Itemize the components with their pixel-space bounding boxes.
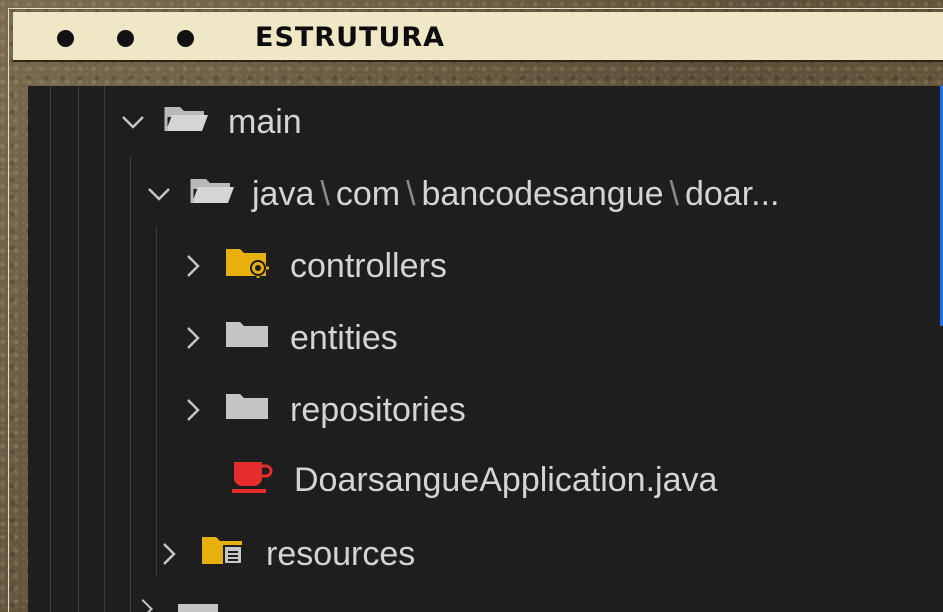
folder-open-icon (164, 103, 208, 142)
title-bar: ESTRUTURA (13, 12, 943, 62)
tree-item-label: DoarsangueApplication.java (294, 460, 718, 499)
tree-item-label: main (228, 102, 302, 141)
explorer-panel: main java \ com \ bancodesangue \ doar... (28, 86, 943, 612)
folder-icon (224, 391, 270, 430)
tree-item-application-file[interactable]: DoarsangueApplication.java (230, 450, 717, 510)
folder-resources-icon (200, 534, 246, 575)
path-segment: com (335, 174, 401, 213)
chevron-right-icon[interactable] (156, 534, 182, 574)
tree-item-entities[interactable]: entities (180, 308, 398, 368)
folder-open-icon (190, 175, 234, 214)
chevron-right-icon[interactable] (180, 246, 206, 286)
chevron-right-icon[interactable] (180, 390, 206, 430)
path-segment: doar... (684, 174, 780, 213)
indent-guide (78, 86, 79, 612)
tree-item-cut-off (128, 598, 828, 612)
window-dot-1[interactable] (57, 30, 74, 47)
tree-item-controllers[interactable]: controllers (180, 236, 447, 296)
window-dot-3[interactable] (177, 30, 194, 47)
path-separator: \ (406, 174, 416, 213)
tree-item-label: entities (290, 318, 398, 357)
path-separator: \ (320, 174, 330, 213)
folder-icon (224, 319, 270, 358)
folder-gear-icon (224, 246, 270, 287)
chevron-right-icon[interactable] (180, 318, 206, 358)
folder-icon (178, 604, 218, 612)
chevron-right-icon (133, 599, 153, 612)
indent-guide (130, 156, 131, 612)
tree-item-label: controllers (290, 246, 447, 285)
tree-item-main[interactable]: main (120, 92, 302, 152)
tree-item-label: repositories (290, 390, 466, 429)
window-title: ESTRUTURA (255, 22, 446, 53)
tree-item-resources[interactable]: resources (156, 524, 415, 584)
path-separator: \ (669, 174, 679, 213)
tree-item-label: resources (266, 534, 416, 573)
java-coffee-icon (230, 458, 274, 503)
tree-item-repositories[interactable]: repositories (180, 380, 466, 440)
indent-guide (50, 86, 51, 612)
chevron-down-icon[interactable] (146, 174, 172, 214)
tree-item-java-path[interactable]: java \ com \ bancodesangue \ doar... (146, 164, 780, 224)
indent-guide (104, 86, 105, 612)
window-dot-2[interactable] (117, 30, 134, 47)
path-segment: bancodesangue (421, 174, 664, 213)
path-segment: java (252, 174, 315, 213)
chevron-down-icon[interactable] (120, 102, 146, 142)
